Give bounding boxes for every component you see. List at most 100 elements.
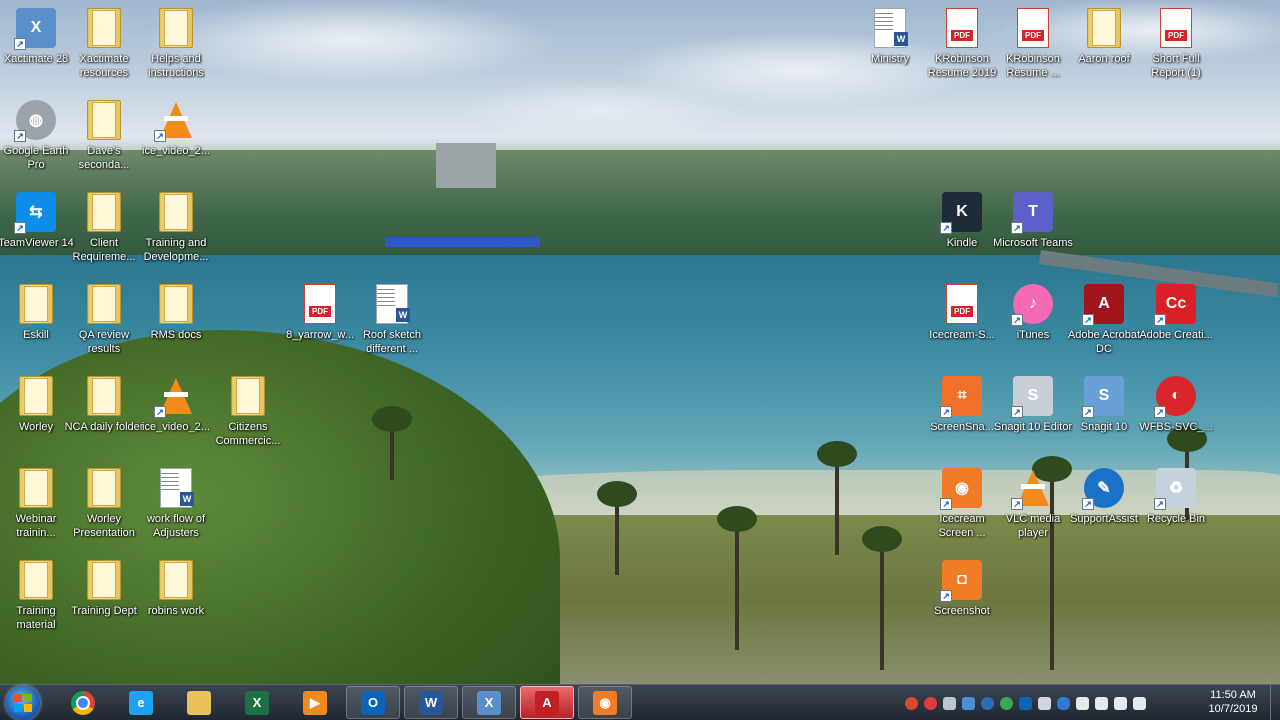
shortcut-arrow-icon: ↗ bbox=[940, 590, 952, 602]
desktop-icon[interactable]: ♪ ↗ iTunes bbox=[997, 282, 1069, 370]
desktop-icon[interactable]: K ↗ Kindle bbox=[926, 190, 998, 278]
desktop-icon[interactable]: Client Requireme... bbox=[68, 190, 140, 278]
desktop-icon[interactable]: ◐ ↗ WFBS-SVC_... bbox=[1139, 374, 1213, 462]
bluetooth-icon[interactable] bbox=[1057, 696, 1070, 710]
desktop-icon[interactable]: Roof sketch different ... bbox=[356, 282, 428, 370]
desktop-icon[interactable]: Webinar trainin... bbox=[0, 466, 72, 554]
desktop-icon[interactable]: Training and Developme... bbox=[140, 190, 212, 278]
desktop-icon[interactable]: PDF KRobinson Resume ... bbox=[997, 6, 1069, 94]
pdf-icon: PDF bbox=[1017, 8, 1049, 48]
desktop-icon[interactable]: ⌗ ↗ ScreenSna... bbox=[926, 374, 998, 462]
desktop-icon-label: KRobinson Resume ... bbox=[1006, 53, 1060, 79]
action-center-flag-icon[interactable] bbox=[1076, 696, 1089, 710]
word-doc-icon bbox=[376, 284, 408, 324]
folder-icon bbox=[187, 690, 211, 715]
desktop-icon[interactable]: ⇆ ↗ TeamViewer 14 bbox=[0, 190, 74, 278]
folder-icon bbox=[87, 468, 121, 508]
desktop-icon[interactable]: A ↗ Adobe Acrobat DC bbox=[1068, 282, 1140, 370]
desktop-icon[interactable]: X ↗ Xactimate 28 bbox=[0, 6, 72, 94]
shortcut-arrow-icon: ↗ bbox=[14, 130, 26, 142]
desktop-icon[interactable]: PDF Short Full Report (1) bbox=[1140, 6, 1212, 94]
folder-icon bbox=[87, 100, 121, 140]
network-signal-icon[interactable] bbox=[1133, 696, 1146, 710]
desktop-icon[interactable]: Cc ↗ Adobe Creati... bbox=[1139, 282, 1213, 370]
taskbar-word-button[interactable]: W bbox=[404, 686, 458, 719]
desktop-icon-label: Citizens Commercic... bbox=[215, 421, 281, 447]
pdf-icon: PDF bbox=[946, 8, 978, 48]
desktop-icon[interactable]: Citizens Commercic... bbox=[212, 374, 284, 462]
desktop-icon-label: Aaron roof bbox=[1078, 53, 1130, 65]
desktop-icon[interactable]: ◘ ↗ Screenshot bbox=[926, 558, 998, 646]
dropbox-icon[interactable] bbox=[962, 696, 975, 710]
desktop-icon[interactable]: Worley Presentation bbox=[68, 466, 140, 554]
power-icon[interactable] bbox=[1095, 696, 1108, 710]
desktop-icon[interactable]: NCA daily folder bbox=[65, 374, 143, 462]
folder-icon bbox=[87, 8, 121, 48]
volume-icon[interactable] bbox=[1114, 696, 1127, 710]
desktop-icon[interactable]: PDF KRobinson Resume 2019 bbox=[926, 6, 998, 94]
desktop-icon[interactable]: ◉ ↗ Icecream Screen ... bbox=[926, 466, 998, 554]
desktop-icon-label: WFBS-SVC_... bbox=[1139, 421, 1213, 433]
desktop-icon[interactable]: PDF Icecream-S... bbox=[926, 282, 998, 370]
desktop-icon-label: ice_video_2... bbox=[142, 421, 210, 433]
taskbar-file-explorer-button[interactable] bbox=[172, 686, 226, 719]
taskbar-acrobat-button[interactable]: A bbox=[520, 686, 574, 719]
taskbar-xactimate-button[interactable]: X bbox=[462, 686, 516, 719]
shortcut-arrow-icon: ↗ bbox=[1082, 498, 1094, 510]
tray-update-icon[interactable] bbox=[1000, 696, 1013, 710]
desktop-icon-label: Training Dept bbox=[71, 605, 137, 617]
desktop-icon[interactable]: Dave's seconda... bbox=[68, 98, 140, 186]
desktop-icon[interactable]: robins work bbox=[140, 558, 212, 646]
desktop-icon[interactable]: S ↗ Snagit 10 bbox=[1068, 374, 1140, 462]
taskbar-internet-explorer-button[interactable]: e bbox=[114, 686, 168, 719]
taskbar-media-player-button[interactable]: ▶ bbox=[288, 686, 342, 719]
desktop-icon[interactable]: ↗ VLC media player bbox=[997, 466, 1069, 554]
desktop-icon[interactable]: RMS docs bbox=[140, 282, 212, 370]
windows-start-icon[interactable] bbox=[6, 686, 40, 720]
tray-security-icon[interactable] bbox=[981, 696, 994, 710]
desktop-icon[interactable]: Training Dept bbox=[68, 558, 140, 646]
shortcut-arrow-icon: ↗ bbox=[1082, 406, 1094, 418]
desktop-icon-label: Adobe Acrobat DC bbox=[1067, 329, 1141, 355]
taskbar-outlook-button[interactable]: O bbox=[346, 686, 400, 719]
system-clock[interactable]: 11:50 AM 10/7/2019 bbox=[1198, 688, 1268, 716]
desktop-icon[interactable]: Aaron roof bbox=[1068, 6, 1140, 94]
folder-icon bbox=[159, 8, 193, 48]
desktop-icon-label: KRobinson Resume 2019 bbox=[927, 53, 997, 79]
desktop-icon[interactable]: S ↗ Snagit 10 Editor bbox=[994, 374, 1072, 462]
icecream-icon: ◉ bbox=[593, 690, 617, 715]
tray-recorder-icon[interactable] bbox=[924, 696, 937, 710]
desktop-icon[interactable]: QA review results bbox=[68, 282, 140, 370]
shortcut-arrow-icon: ↗ bbox=[1154, 314, 1166, 326]
desktop-icon[interactable]: ✎ ↗ SupportAssist bbox=[1068, 466, 1140, 554]
show-desktop-button[interactable] bbox=[1270, 685, 1280, 720]
desktop-icon-label: Microsoft Teams bbox=[993, 237, 1073, 249]
taskbar-chrome-button[interactable] bbox=[56, 686, 110, 719]
desktop-icon[interactable]: PDF 8_yarrow_w... bbox=[284, 282, 356, 370]
desktop-icon[interactable]: ♻ ↗ Recycle Bin bbox=[1140, 466, 1212, 554]
taskbar-excel-button[interactable]: X bbox=[230, 686, 284, 719]
desktop-icon[interactable]: ↗ ice_video_2... bbox=[140, 374, 212, 462]
desktop-icon-label: Icecream Screen ... bbox=[938, 513, 986, 539]
desktop-icon-label: Snagit 10 bbox=[1080, 421, 1128, 433]
folder-icon bbox=[87, 284, 121, 324]
desktop-icon[interactable]: ◍ ↗ Google Earth Pro bbox=[0, 98, 72, 186]
shortcut-arrow-icon: ↗ bbox=[940, 406, 952, 418]
desktop-icon[interactable]: ↗ ice_video_2... bbox=[140, 98, 212, 186]
desktop-icon[interactable]: work flow of Adjusters bbox=[140, 466, 212, 554]
tray-app-icon[interactable] bbox=[905, 696, 918, 710]
tray-outlook-icon[interactable] bbox=[1019, 696, 1032, 710]
shortcut-arrow-icon: ↗ bbox=[1011, 314, 1023, 326]
tray-display-icon[interactable] bbox=[1038, 696, 1051, 710]
tray-snagit-icon[interactable] bbox=[943, 696, 956, 710]
desktop-icon[interactable]: Ministry bbox=[854, 6, 926, 94]
taskbar-icecream-button[interactable]: ◉ bbox=[578, 686, 632, 719]
desktop-icon[interactable]: T ↗ Microsoft Teams bbox=[993, 190, 1073, 278]
desktop-icon[interactable]: Worley bbox=[0, 374, 72, 462]
desktop-icon[interactable]: Helps and instructions bbox=[140, 6, 212, 94]
desktop-icon-label: Icecream-S... bbox=[929, 329, 995, 341]
desktop-icon[interactable]: Training material bbox=[0, 558, 72, 646]
desktop-icon[interactable]: Eskill bbox=[0, 282, 72, 370]
system-tray bbox=[905, 693, 1146, 713]
desktop-icon[interactable]: Xactimate resources bbox=[68, 6, 140, 94]
